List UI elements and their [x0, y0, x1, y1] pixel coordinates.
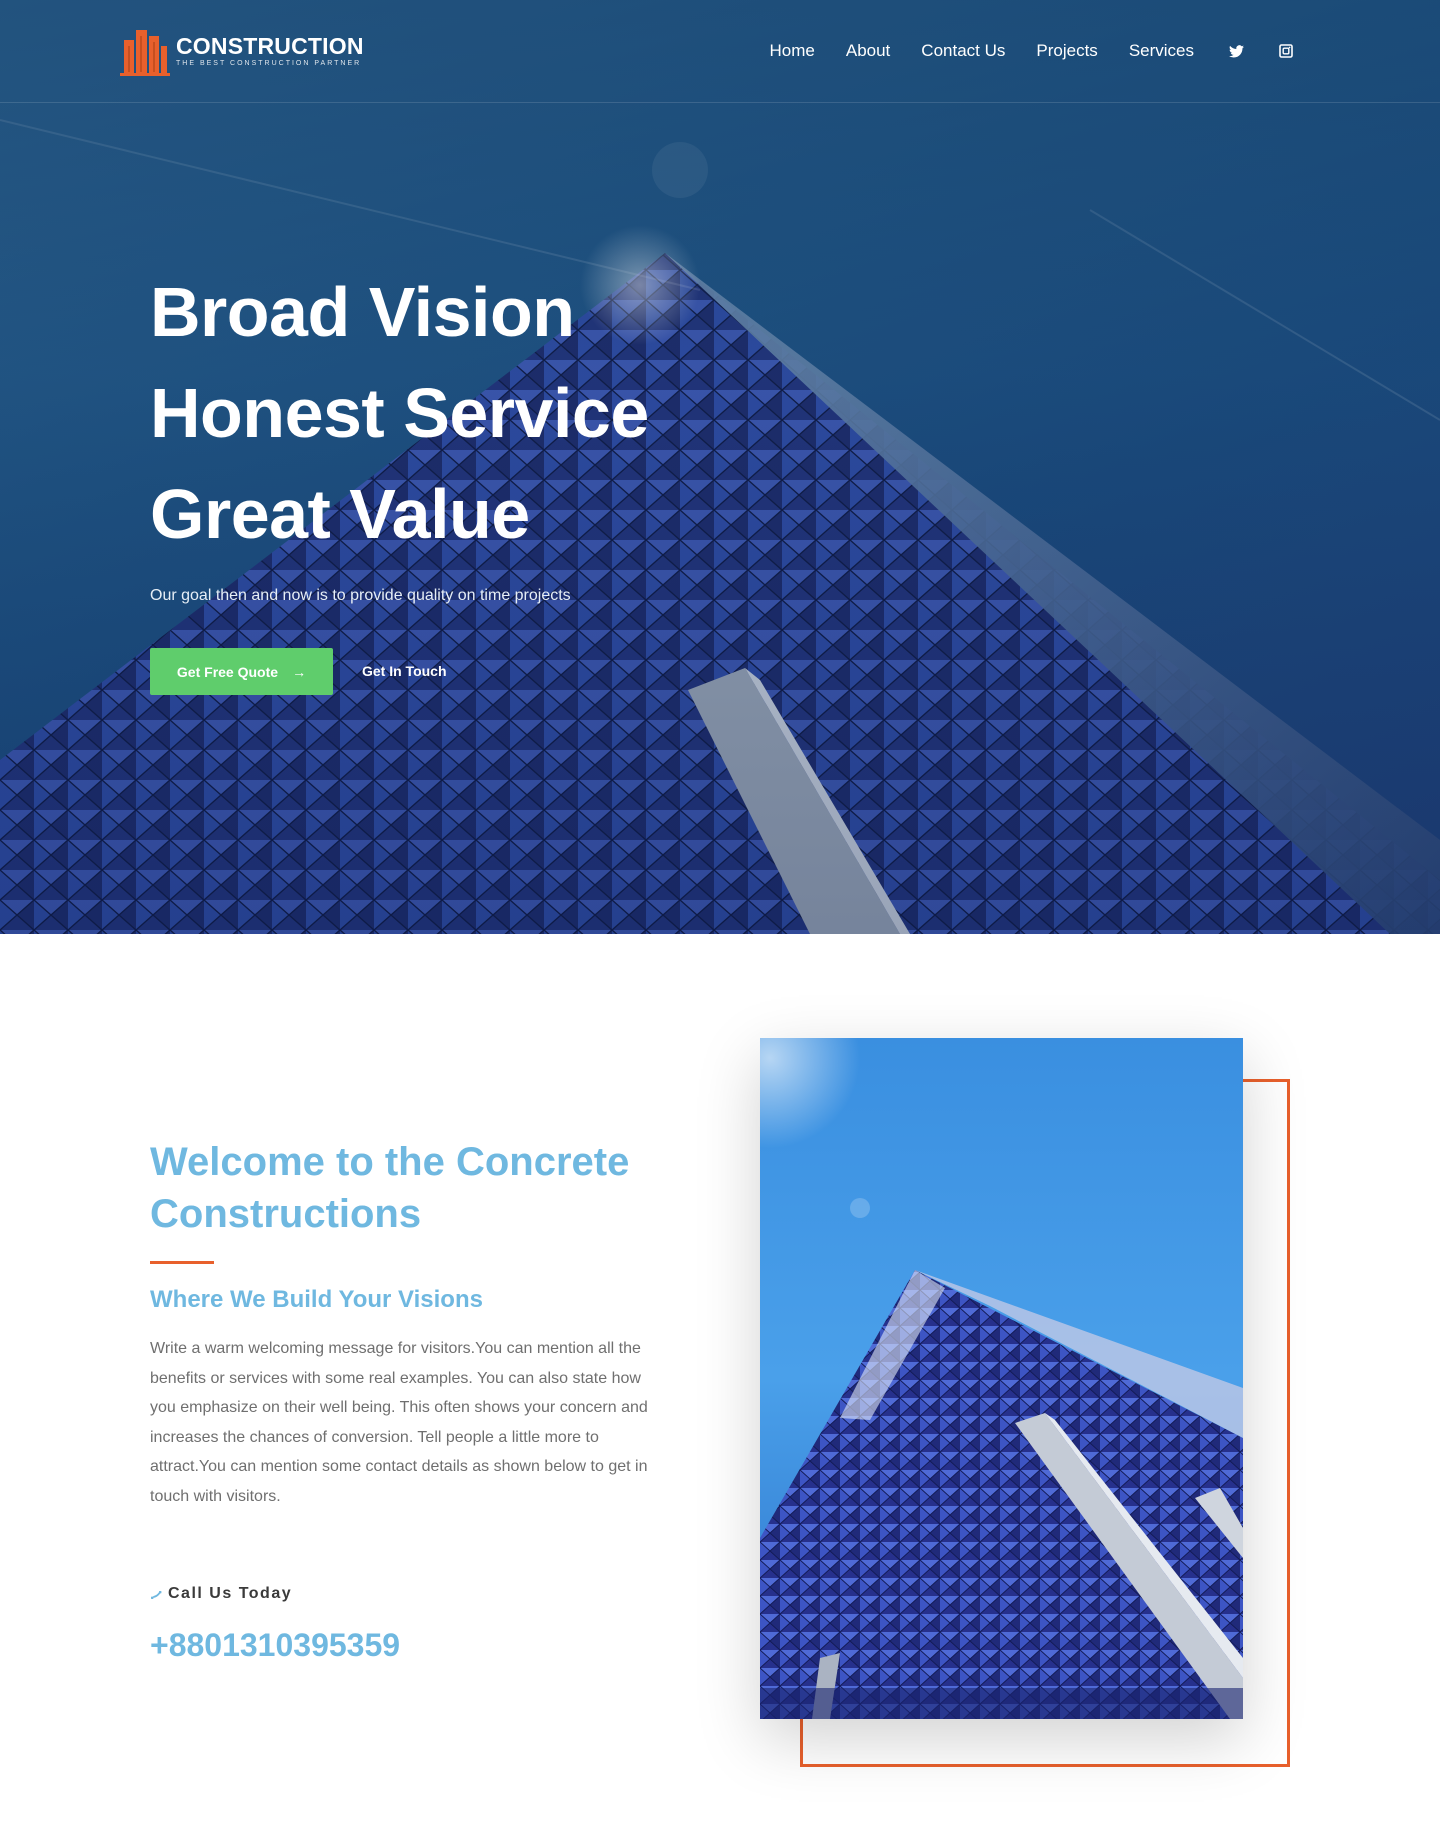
welcome-title: Welcome to the Concrete Constructions [150, 1140, 630, 1236]
nav-home[interactable]: Home [770, 38, 815, 64]
hero-section: CONSTRUCTION THE BEST CONSTRUCTION PARTN… [0, 0, 1440, 934]
hero-title-line-2: Honest Service [150, 374, 649, 452]
nav-contact-us[interactable]: Contact Us [921, 38, 1005, 64]
nav-services[interactable]: Services [1129, 38, 1194, 64]
nav-projects[interactable]: Projects [1036, 38, 1097, 64]
brand-tagline: THE BEST CONSTRUCTION PARTNER [176, 60, 362, 67]
main-nav: Home About Contact Us Projects Services [739, 38, 1295, 64]
call-us-row: Call Us Today [150, 1585, 292, 1603]
welcome-subtitle: Where We Build Your Visions [150, 1286, 483, 1313]
building-logo-icon [120, 30, 170, 76]
phone-icon [151, 1591, 162, 1599]
phone-number-link[interactable]: +8801310395359 [150, 1624, 400, 1666]
site-logo[interactable]: CONSTRUCTION THE BEST CONSTRUCTION PARTN… [120, 26, 364, 76]
twitter-icon[interactable] [1228, 43, 1244, 59]
building-photo [760, 1038, 1243, 1719]
get-free-quote-button[interactable]: Get Free Quote → [150, 648, 333, 695]
welcome-body-text: Write a warm welcoming message for visit… [150, 1340, 648, 1505]
welcome-divider [150, 1261, 214, 1264]
hero-subtitle: Our goal then and now is to provide qual… [150, 587, 571, 604]
hero-title-line-3: Great Value [150, 475, 530, 553]
brand-name: CONSTRUCTION [176, 33, 364, 59]
call-us-label: Call Us Today [168, 1585, 293, 1602]
hero-title-line-1: Broad Vision [150, 273, 575, 351]
hero-title: Broad Vision Honest Service Great Value [150, 262, 850, 565]
arrow-right-icon: → [292, 663, 307, 680]
get-in-touch-link[interactable]: Get In Touch [362, 658, 447, 684]
instagram-icon[interactable] [1278, 43, 1294, 59]
navbar: CONSTRUCTION THE BEST CONSTRUCTION PARTN… [0, 0, 1440, 103]
nav-about[interactable]: About [846, 38, 890, 64]
building-photo-art [760, 1038, 1243, 1719]
get-free-quote-label: Get Free Quote [176, 663, 279, 680]
